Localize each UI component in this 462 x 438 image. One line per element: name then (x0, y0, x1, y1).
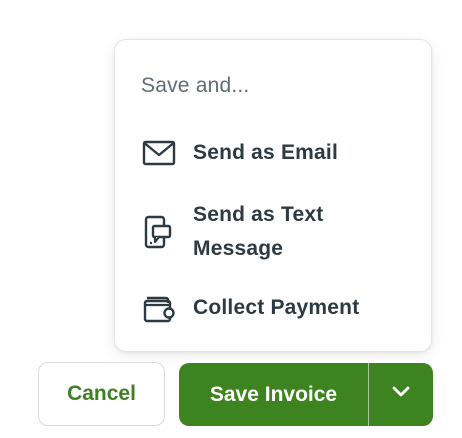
menu-item-send-text[interactable]: Send as Text Message (141, 198, 411, 266)
menu-item-label: Send as Text Message (193, 198, 323, 266)
save-options-menu: Save and... Send as Email Send as Text M… (114, 39, 432, 352)
wallet-icon (141, 289, 179, 327)
menu-item-collect-payment[interactable]: Collect Payment (141, 289, 411, 327)
chevron-down-icon (391, 385, 411, 404)
menu-item-label: Send as Email (193, 141, 338, 164)
envelope-icon (141, 134, 179, 172)
menu-item-send-email[interactable]: Send as Email (141, 134, 411, 172)
label-line-2: Message (193, 237, 284, 260)
label-line-1: Send as Text (193, 203, 324, 226)
cancel-button[interactable]: Cancel (38, 362, 165, 426)
save-invoice-split-button: Save Invoice (179, 363, 433, 426)
save-invoice-button[interactable]: Save Invoice (179, 363, 368, 426)
menu-header: Save and... (141, 74, 250, 97)
phone-message-icon (141, 213, 179, 251)
save-options-toggle[interactable] (369, 363, 433, 426)
save-invoice-panel: Save and... Send as Email Send as Text M… (0, 0, 462, 438)
menu-item-label: Collect Payment (193, 296, 360, 319)
